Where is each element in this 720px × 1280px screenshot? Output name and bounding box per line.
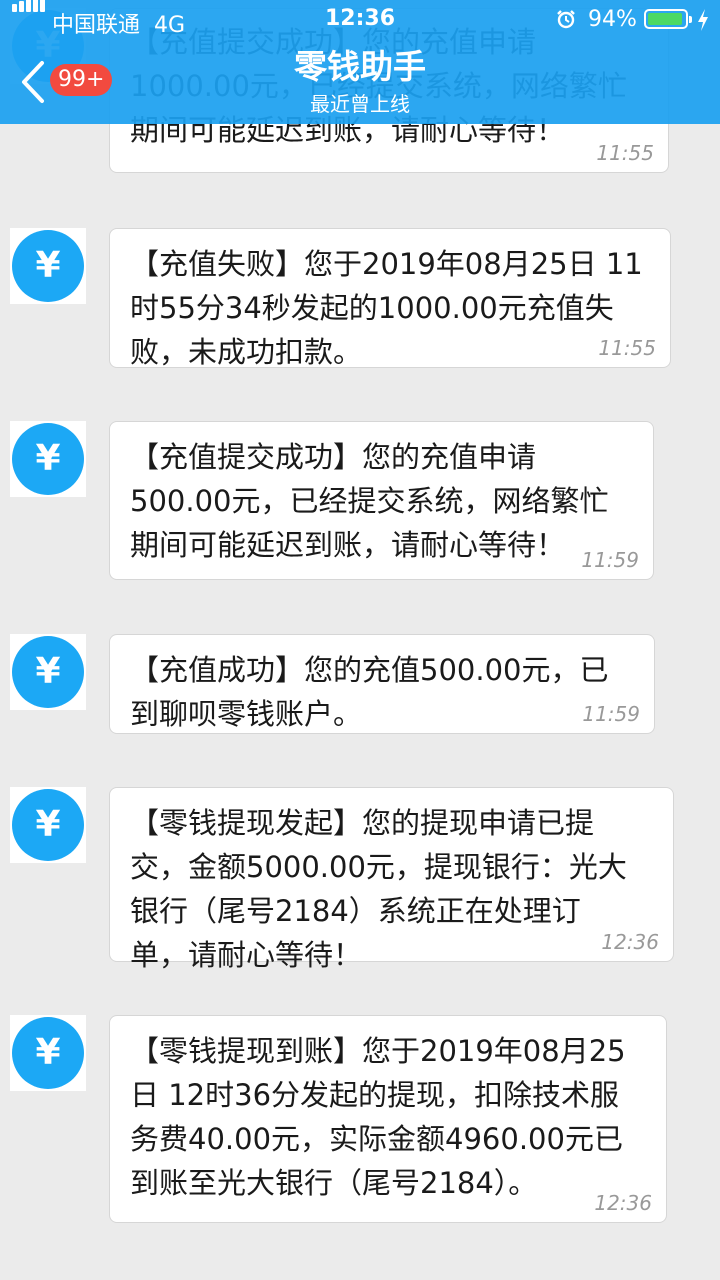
message-time: 11:59: [581, 548, 639, 572]
message-bubble[interactable]: 【充值提交成功】您的充值申请 500.00元，已经提交系统，网络繁忙 期间可能延…: [109, 421, 654, 580]
message-time: 11:55: [596, 141, 654, 165]
yen-icon: ¥: [12, 423, 84, 495]
yen-icon: ¥: [12, 1017, 84, 1089]
sender-avatar[interactable]: ¥: [10, 1015, 86, 1091]
chat-title: 零钱助手: [294, 47, 426, 86]
sender-avatar[interactable]: ¥: [10, 634, 86, 710]
message-bubble[interactable]: 【充值成功】您的充值500.00元，已 到聊呗零钱账户。 11:59: [109, 634, 655, 734]
message-time: 11:55: [598, 336, 656, 360]
message-bubble[interactable]: 【零钱提现到账】您于2019年08月25 日 12时36分发起的提现，扣除技术服…: [109, 1015, 667, 1223]
message-time: 11:59: [582, 702, 640, 726]
status-bar: 中国联通 4G 12:36 94%: [0, 0, 720, 40]
battery-percentage: 94%: [588, 7, 637, 32]
yen-icon: ¥: [12, 789, 84, 861]
alarm-icon: [557, 10, 575, 29]
message-time: 12:36: [601, 930, 659, 954]
message-bubble[interactable]: 【零钱提现发起】您的提现申请已提 交，金额5000.00元，提现银行：光大 银行…: [109, 787, 674, 972]
sender-avatar[interactable]: ¥: [10, 228, 86, 304]
sender-avatar[interactable]: ¥: [10, 421, 86, 497]
message-text: 【充值成功】您的充值500.00元，已 到聊呗零钱账户。: [130, 653, 609, 731]
message-text: 【充值失败】您于2019年08月25日 11 时55分34秒发起的1000.00…: [130, 247, 643, 369]
message-time: 12:36: [594, 1191, 652, 1215]
message-text: 【充值提交成功】您的充值申请 500.00元，已经提交系统，网络繁忙 期间可能延…: [130, 440, 609, 562]
message-text: 【零钱提现发起】您的提现申请已提 交，金额5000.00元，提现银行：光大 银行…: [130, 806, 627, 972]
charging-bolt-icon: [698, 9, 708, 31]
sender-avatar[interactable]: ¥: [10, 787, 86, 863]
message-bubble[interactable]: 【充值失败】您于2019年08月25日 11 时55分34秒发起的1000.00…: [109, 228, 671, 369]
online-status: 最近曾上线: [310, 92, 410, 116]
yen-icon: ¥: [12, 230, 84, 302]
chat-header: 中国联通 4G 12:36 94% 99+ 零钱助手 最近曾上线: [0, 0, 720, 124]
battery-icon: [644, 9, 692, 29]
message-text: 【零钱提现到账】您于2019年08月25 日 12时36分发起的提现，扣除技术服…: [130, 1034, 626, 1200]
yen-icon: ¥: [12, 636, 84, 708]
